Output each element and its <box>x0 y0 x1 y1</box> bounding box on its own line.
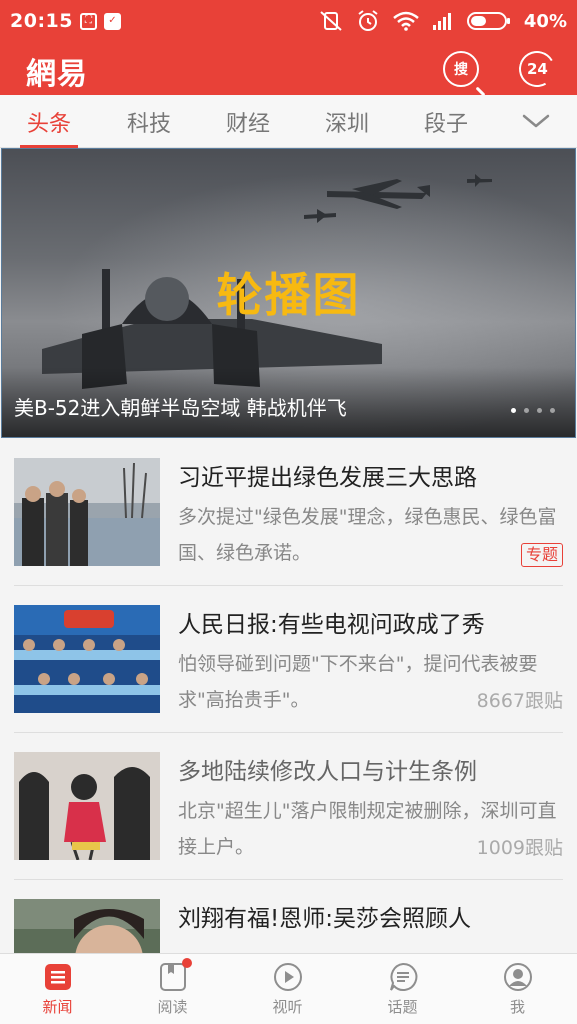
news-item[interactable]: 习近平提出绿色发展三大思路 多次提过"绿色发展"理念，绿色惠民、绿色富国、绿色承… <box>14 439 563 586</box>
live-24-button[interactable]: 24 <box>514 46 560 92</box>
chevron-down-icon[interactable] <box>519 107 553 135</box>
battery-percent: 40% <box>523 10 567 32</box>
headline-carousel[interactable]: 轮播图 美B-52进入朝鲜半岛空域 韩战机伴飞 <box>1 148 576 438</box>
comment-count: 8667跟贴 <box>476 690 563 712</box>
news-title: 刘翔有福!恩师:吴莎会照顾人 <box>178 906 471 932</box>
app-logo: 網易 <box>26 57 88 92</box>
tab-jokes[interactable]: 段子 <box>404 95 488 148</box>
news-thumbnail <box>14 458 160 566</box>
notification-app-icon: ⛶ <box>79 12 97 30</box>
news-title: 多地陆续修改人口与计生条例 <box>178 759 477 785</box>
status-time: 20:15 <box>10 10 73 32</box>
status-icons: 40% <box>319 9 567 33</box>
carousel-dot <box>550 408 555 413</box>
carousel-dot <box>537 408 542 413</box>
nav-me-label: 我 <box>509 998 525 1016</box>
topic-badge: 专题 <box>520 543 563 567</box>
profile-icon <box>503 963 532 991</box>
news-title: 人民日报:有些电视问政成了秀 <box>178 612 485 638</box>
status-bar: 20:15 ⛶ ✓ 40% <box>0 0 577 42</box>
comment-count: 1009跟贴 <box>476 837 563 859</box>
search-icon: 搜 <box>454 62 468 78</box>
nav-video[interactable]: 视听 <box>230 954 345 1024</box>
unread-dot <box>181 958 192 968</box>
channel-tabs: 头条 科技 财经 深圳 段子 <box>0 95 577 148</box>
play-icon <box>273 963 302 991</box>
topic-icon <box>389 962 417 991</box>
news-thumbnail <box>14 752 160 860</box>
news-title: 习近平提出绿色发展三大思路 <box>178 465 477 491</box>
nav-reading[interactable]: 阅读 <box>115 954 230 1024</box>
live-24-icon: 24 <box>526 60 548 78</box>
nav-topics-label: 话题 <box>387 998 418 1016</box>
carousel-overlay-title: 轮播图 <box>216 268 361 322</box>
nav-me[interactable]: 我 <box>460 954 575 1024</box>
reading-icon <box>158 958 192 992</box>
wifi-icon <box>393 11 419 31</box>
bottom-nav: 新闻 阅读 视听 话题 我 <box>0 953 577 1024</box>
news-summary: 多次提过"绿色发展"理念，绿色惠民、绿色富国、绿色承诺。 <box>178 506 557 564</box>
search-button[interactable]: 搜 <box>443 51 479 87</box>
tab-tech[interactable]: 科技 <box>107 95 191 148</box>
notification-check-icon: ✓ <box>103 12 121 30</box>
news-icon <box>44 964 71 990</box>
app-header: 網易 搜 24 <box>0 42 577 95</box>
carousel-caption[interactable]: 美B-52进入朝鲜半岛空域 韩战机伴飞 <box>14 392 347 421</box>
tab-headlines[interactable]: 头条 <box>7 95 91 148</box>
tab-shenzhen[interactable]: 深圳 <box>305 95 389 148</box>
carousel-dot <box>524 408 529 413</box>
nav-reading-label: 阅读 <box>157 998 188 1016</box>
carousel-dot-active <box>511 408 516 413</box>
battery-icon <box>466 12 510 30</box>
news-item[interactable]: 人民日报:有些电视问政成了秀 怕领导碰到问题"下不来台"，提问代表被要求"高抬贵… <box>14 586 563 733</box>
mute-vibrate-icon <box>320 11 342 31</box>
tab-finance[interactable]: 财经 <box>206 95 290 148</box>
news-item[interactable]: 多地陆续修改人口与计生条例 北京"超生儿"落户限制规定被删除，深圳可直接上户。 … <box>14 733 563 880</box>
news-list: 习近平提出绿色发展三大思路 多次提过"绿色发展"理念，绿色惠民、绿色富国、绿色承… <box>0 439 577 1024</box>
nav-topics[interactable]: 话题 <box>345 954 460 1024</box>
nav-news-label: 新闻 <box>42 998 73 1016</box>
nav-video-label: 视听 <box>272 998 303 1016</box>
alarm-icon <box>358 10 378 31</box>
carousel-indicator <box>511 408 555 413</box>
nav-news[interactable]: 新闻 <box>0 954 115 1024</box>
news-thumbnail <box>14 605 160 713</box>
signal-icon <box>432 13 451 30</box>
